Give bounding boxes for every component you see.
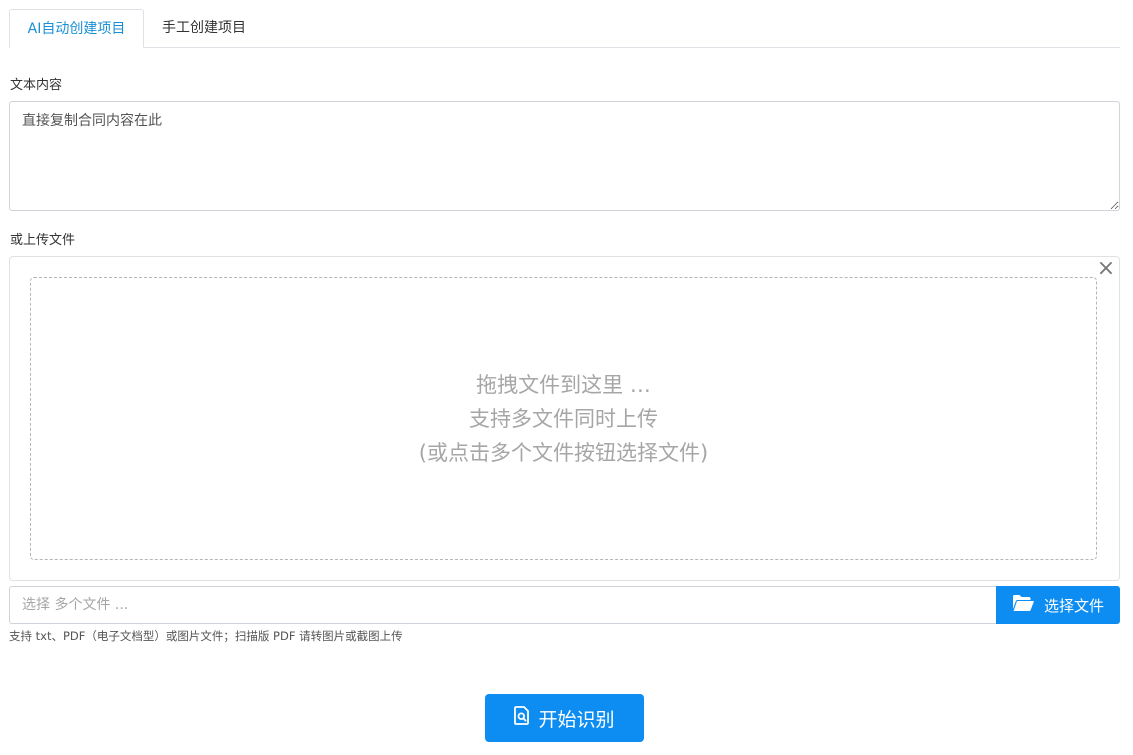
file-search-icon xyxy=(514,706,530,730)
file-dropzone[interactable]: 拖拽文件到这里 … 支持多文件同时上传 (或点击多个文件按钮选择文件) xyxy=(30,277,1097,560)
file-caption-input[interactable] xyxy=(9,586,996,624)
start-recognition-label: 开始识别 xyxy=(538,708,615,731)
dropzone-line: 支持多文件同时上传 xyxy=(469,406,658,431)
dropzone-line: (或点击多个文件按钮选择文件) xyxy=(418,440,709,465)
contract-text-input[interactable] xyxy=(9,101,1120,211)
tab-manual-create[interactable]: 手工创建项目 xyxy=(144,9,264,48)
tab-ai-create[interactable]: AI自动创建项目 xyxy=(9,9,144,48)
file-input-group: 选择文件 xyxy=(9,586,1120,624)
browse-files-button[interactable]: 选择文件 xyxy=(996,586,1120,624)
close-icon[interactable]: × xyxy=(1095,257,1117,281)
file-dropzone-container: × 拖拽文件到这里 … 支持多文件同时上传 (或点击多个文件按钮选择文件) xyxy=(9,256,1120,581)
project-tabs: AI自动创建项目 手工创建项目 xyxy=(9,9,1120,48)
upload-hint: 支持 txt、PDF（电子文档型）或图片文件；扫描版 PDF 请转图片或截图上传 xyxy=(9,629,403,643)
browse-files-label: 选择文件 xyxy=(1043,596,1104,615)
text-content-label: 文本内容 xyxy=(10,78,63,93)
start-recognition-button[interactable]: 开始识别 xyxy=(485,694,644,742)
dropzone-line: 拖拽文件到这里 … xyxy=(476,372,651,397)
upload-file-label: 或上传文件 xyxy=(10,233,76,248)
folder-open-icon xyxy=(1012,594,1034,616)
